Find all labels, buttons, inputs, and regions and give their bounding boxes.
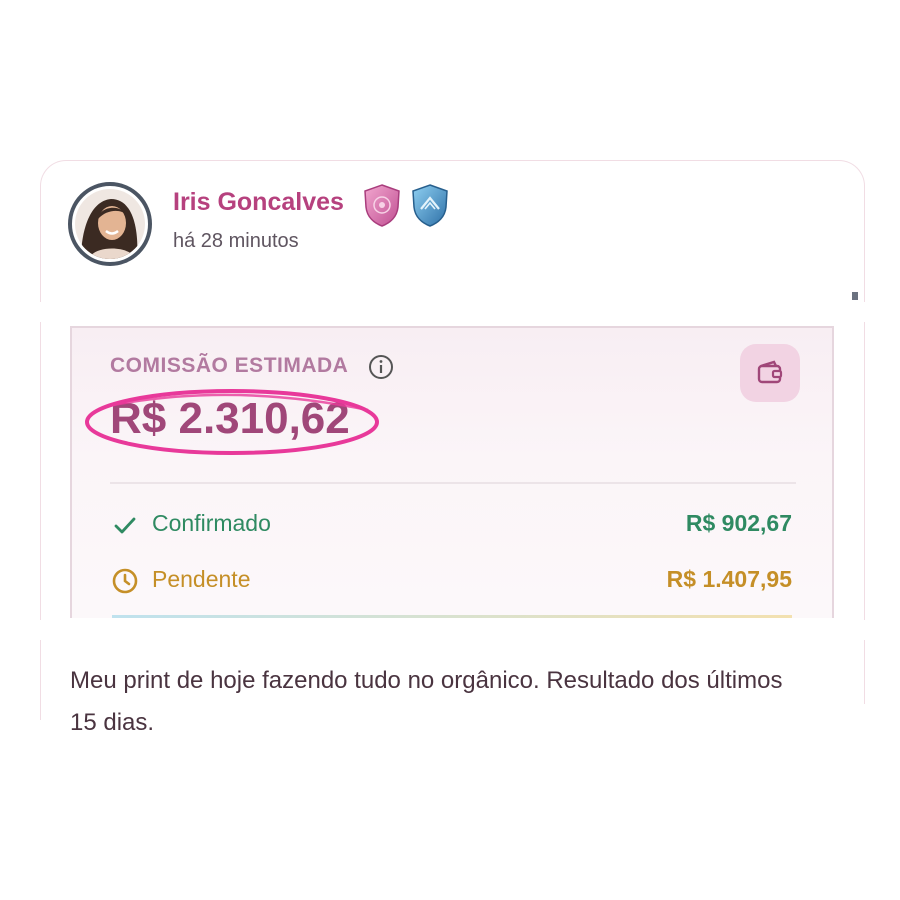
post-caption: Meu print de hoje fazendo tudo no orgâni… [70,667,783,736]
blue-shield-icon [410,183,450,227]
commission-screenshot[interactable]: COMISSÃO ESTIMADA R$ 2.310,62 Confirmado… [70,326,834,618]
scroll-marker [852,292,858,300]
post-timestamp: há 28 minutos [173,230,299,252]
divider [110,482,796,484]
confirmed-value: R$ 902,67 [685,510,792,536]
avatar-photo [75,189,145,259]
pending-value: R$ 1.407,95 [666,566,792,592]
wallet-button[interactable] [740,344,800,402]
wallet-icon [757,360,783,384]
highlight-circle-annotation [85,389,379,455]
card-edge-gap [855,302,875,322]
pink-shield-icon [362,183,402,227]
avatar[interactable] [68,182,152,266]
commission-label: COMISSÃO ESTIMADA [110,354,349,377]
clock-icon [112,568,138,594]
pending-label: Pendente [152,566,251,592]
confirmed-label: Confirmado [152,510,271,536]
card-edge-gap [30,620,50,640]
check-icon [114,517,136,534]
card-edge-gap [855,620,875,640]
author-name[interactable]: Iris Goncalves [173,188,344,217]
card-edge-gap [855,704,875,744]
info-icon[interactable] [368,354,394,380]
card-edge-gap [30,302,50,322]
cut-off-bar [112,615,792,618]
